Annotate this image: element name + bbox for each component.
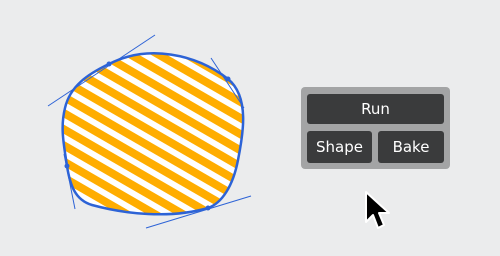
action-panel: Run Shape Bake: [301, 87, 450, 169]
striped-shape[interactable]: [61, 52, 245, 216]
anchor-point-right[interactable]: [225, 76, 231, 82]
anchor-point-left[interactable]: [64, 163, 70, 169]
shape-button[interactable]: Shape: [307, 131, 372, 163]
anchor-point-top-left[interactable]: [106, 61, 112, 67]
run-button[interactable]: Run: [307, 94, 444, 124]
arrow-cursor-icon: [364, 190, 394, 238]
bake-button[interactable]: Bake: [378, 131, 444, 163]
anchor-point-bottom[interactable]: [205, 205, 211, 211]
